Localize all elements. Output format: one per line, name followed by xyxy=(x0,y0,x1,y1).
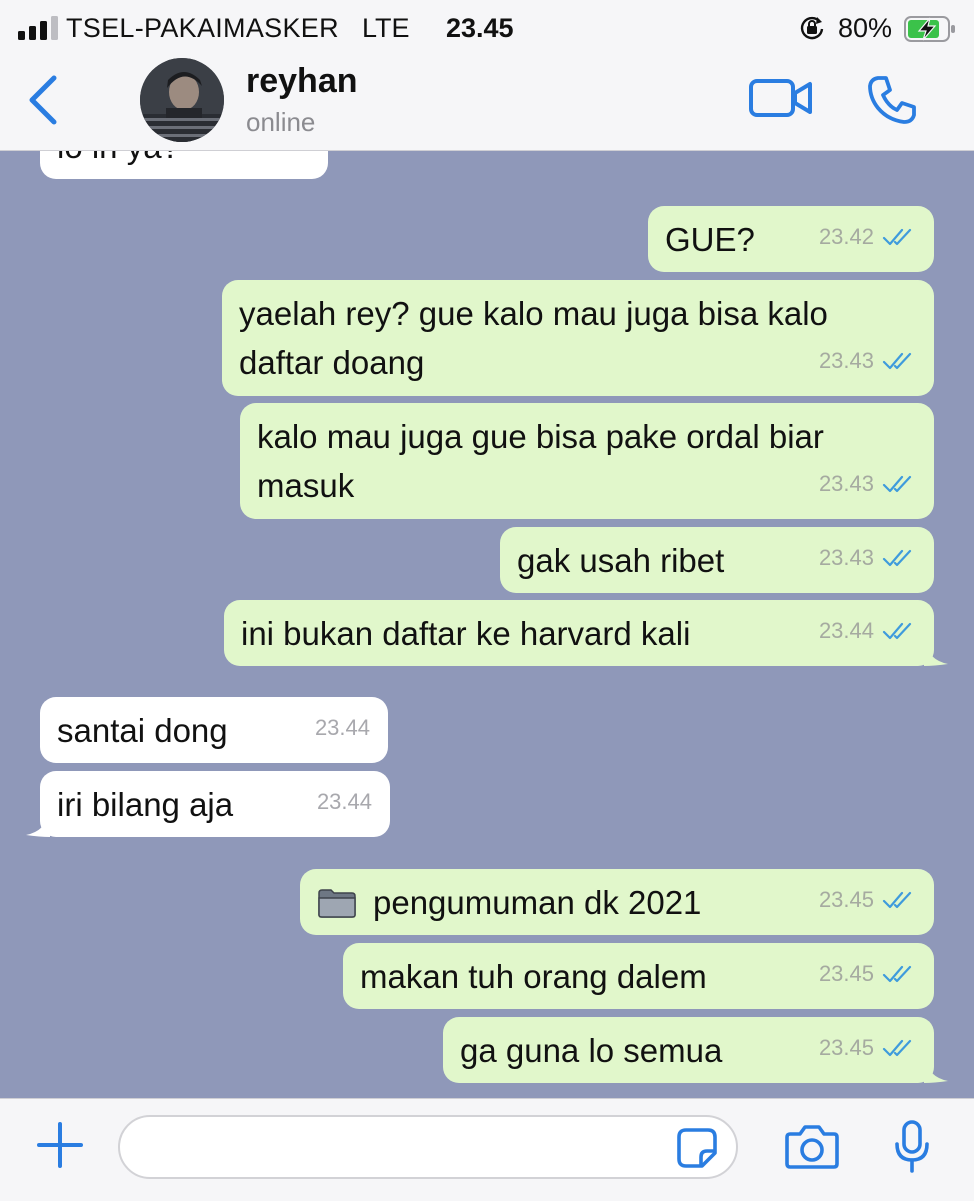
message-text: GUE? xyxy=(665,221,755,258)
folder-icon xyxy=(318,889,356,919)
network-type: LTE xyxy=(362,13,410,43)
message-time: 23.43 xyxy=(818,471,874,496)
video-call-icon[interactable] xyxy=(748,76,814,120)
double-check-icon xyxy=(882,1039,912,1056)
message-time: 23.42 xyxy=(818,224,874,249)
double-check-icon xyxy=(882,475,912,492)
message-time: 23.43 xyxy=(818,348,874,373)
message-text: lo ih ya? xyxy=(57,151,180,165)
message-list[interactable]: lo ih ya? 23.42 GUE? 23.42 yaelah rey? g… xyxy=(0,151,974,1098)
double-check-icon xyxy=(882,891,912,908)
carrier-name: TSEL-PAKAIMASKER xyxy=(66,13,339,43)
sticker-icon[interactable] xyxy=(676,1127,718,1169)
message-time: 23.45 xyxy=(818,961,874,986)
bubble-tail xyxy=(924,1057,948,1083)
status-bar: TSEL-PAKAIMASKER LTE 23.45 80% xyxy=(0,8,974,44)
message-time: 23.43 xyxy=(818,545,874,570)
message-time: 23.42 xyxy=(255,151,310,168)
message-time: 23.44 xyxy=(314,715,370,740)
message-text: ini bukan daftar ke harvard kali xyxy=(241,615,691,652)
outgoing-message[interactable]: kalo mau juga gue bisa pake ordal biar m… xyxy=(240,403,934,519)
message-composer xyxy=(0,1098,974,1201)
microphone-icon[interactable] xyxy=(894,1119,930,1175)
message-text: pengumuman dk 2021 xyxy=(373,884,702,921)
contact-name[interactable]: reyhan xyxy=(246,62,358,101)
message-text-line: daftar doang xyxy=(239,344,425,381)
contact-avatar[interactable] xyxy=(140,58,224,142)
message-time: 23.44 xyxy=(316,789,372,814)
outgoing-message[interactable]: makan tuh orang dalem 23.45 xyxy=(343,943,934,1009)
double-check-icon xyxy=(882,352,912,369)
plus-icon[interactable] xyxy=(36,1121,84,1169)
battery-percent: 80% xyxy=(838,13,893,43)
outgoing-message[interactable]: gak usah ribet 23.43 xyxy=(500,527,934,593)
contact-status: online xyxy=(246,107,316,137)
outgoing-message[interactable]: yaelah rey? gue kalo mau juga bisa kalo … xyxy=(222,280,934,396)
message-text: santai dong xyxy=(57,712,228,749)
message-text: makan tuh orang dalem xyxy=(360,958,707,995)
outgoing-message[interactable]: ini bukan daftar ke harvard kali 23.44 xyxy=(224,600,948,666)
outgoing-message[interactable]: GUE? 23.42 xyxy=(648,206,934,272)
double-check-icon xyxy=(882,622,912,639)
incoming-message[interactable]: santai dong 23.44 xyxy=(40,697,388,763)
double-check-icon xyxy=(882,549,912,566)
outgoing-message[interactable]: ga guna lo semua 23.45 xyxy=(443,1017,948,1083)
message-text-line: kalo mau juga gue bisa pake ordal biar xyxy=(257,418,824,455)
incoming-message[interactable]: iri bilang aja 23.44 xyxy=(26,771,390,837)
message-time: 23.45 xyxy=(818,1035,874,1060)
double-check-icon xyxy=(882,228,912,245)
bubble-tail xyxy=(26,811,50,837)
bubble-tail xyxy=(924,640,948,666)
message-text: gak usah ribet xyxy=(517,542,725,579)
camera-icon[interactable] xyxy=(784,1121,840,1171)
message-input[interactable] xyxy=(118,1115,738,1179)
back-chevron-icon[interactable] xyxy=(24,74,64,126)
outgoing-message[interactable]: pengumuman dk 2021 23.45 xyxy=(300,869,934,935)
message-text: ga guna lo semua xyxy=(460,1032,723,1069)
message-text-line: yaelah rey? gue kalo mau juga bisa kalo xyxy=(239,295,828,332)
avatar-photo xyxy=(140,58,224,142)
chat-header: TSEL-PAKAIMASKER LTE 23.45 80% reyhan on… xyxy=(0,0,974,151)
incoming-message[interactable]: lo ih ya? 23.42 xyxy=(40,151,328,179)
message-time: 23.45 xyxy=(818,887,874,912)
status-time: 23.45 xyxy=(446,13,514,43)
message-text: iri bilang aja xyxy=(57,786,234,823)
double-check-icon xyxy=(882,965,912,982)
phone-call-icon[interactable] xyxy=(866,74,918,126)
rotation-lock-icon xyxy=(800,16,824,40)
message-time: 23.44 xyxy=(818,618,874,643)
signal-strength-icon xyxy=(18,16,58,40)
battery-charging-icon xyxy=(904,16,955,42)
